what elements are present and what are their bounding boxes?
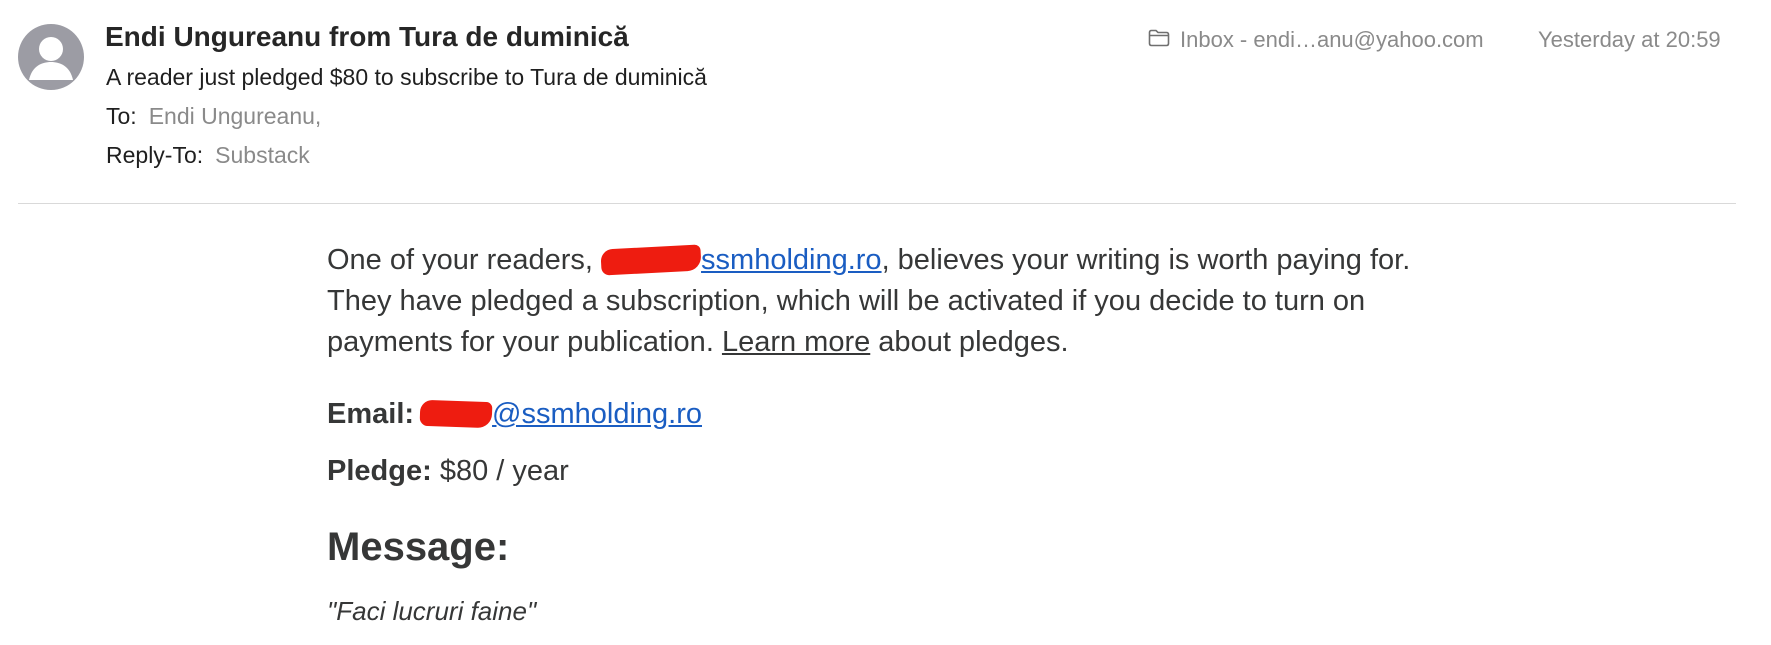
reader-email-domain: ssmholding.ro bbox=[701, 244, 882, 276]
email-field: Email: @ssmholding.ro bbox=[327, 394, 1467, 434]
message-heading: Message: bbox=[327, 525, 510, 569]
person-avatar-icon[interactable] bbox=[18, 24, 84, 90]
to-recipient[interactable]: Endi Ungureanu, bbox=[149, 103, 322, 129]
pledge-value: $80 / year bbox=[439, 455, 569, 487]
email-label: Email: bbox=[327, 398, 415, 430]
pledge-field: Pledge: $80 / year bbox=[327, 451, 1467, 491]
learn-more-link[interactable]: Learn more bbox=[722, 326, 870, 358]
intro-text-start: One of your readers, bbox=[327, 244, 602, 276]
to-label: To: bbox=[106, 103, 137, 129]
intro-paragraph: One of your readers, ssmholding.ro, beli… bbox=[327, 240, 1467, 363]
folder-icon bbox=[1148, 27, 1170, 53]
email-header: Endi Ungureanu from Tura de duminică A r… bbox=[0, 0, 1771, 203]
email-value-domain: @ssmholding.ro bbox=[492, 398, 702, 430]
redaction-mark bbox=[600, 244, 702, 276]
mailbox-label: Inbox - endi…anu@yahoo.com bbox=[1180, 27, 1484, 52]
email-body: One of your readers, ssmholding.ro, beli… bbox=[327, 240, 1467, 628]
reply-to-label: Reply-To: bbox=[106, 142, 204, 168]
reply-to-address[interactable]: Substack bbox=[215, 142, 310, 168]
intro-text-end: about pledges. bbox=[870, 326, 1069, 358]
reader-email-link[interactable]: ssmholding.ro bbox=[600, 244, 882, 276]
redaction-mark bbox=[419, 399, 493, 429]
email-value-link[interactable]: @ssmholding.ro bbox=[414, 398, 702, 430]
reply-to-row: Reply-To: Substack bbox=[106, 142, 310, 169]
mailbox-location[interactable]: Inbox - endi…anu@yahoo.com bbox=[1148, 27, 1484, 53]
email-subject: A reader just pledged $80 to subscribe t… bbox=[106, 64, 707, 90]
received-timestamp: Yesterday at 20:59 bbox=[1538, 27, 1721, 52]
sender-name[interactable]: Endi Ungureanu from Tura de duminică bbox=[105, 21, 629, 53]
header-divider bbox=[18, 203, 1736, 204]
pledge-label: Pledge: bbox=[327, 455, 432, 487]
message-text: "Faci lucruri faine" bbox=[327, 596, 537, 626]
to-row: To: Endi Ungureanu, bbox=[106, 103, 321, 130]
